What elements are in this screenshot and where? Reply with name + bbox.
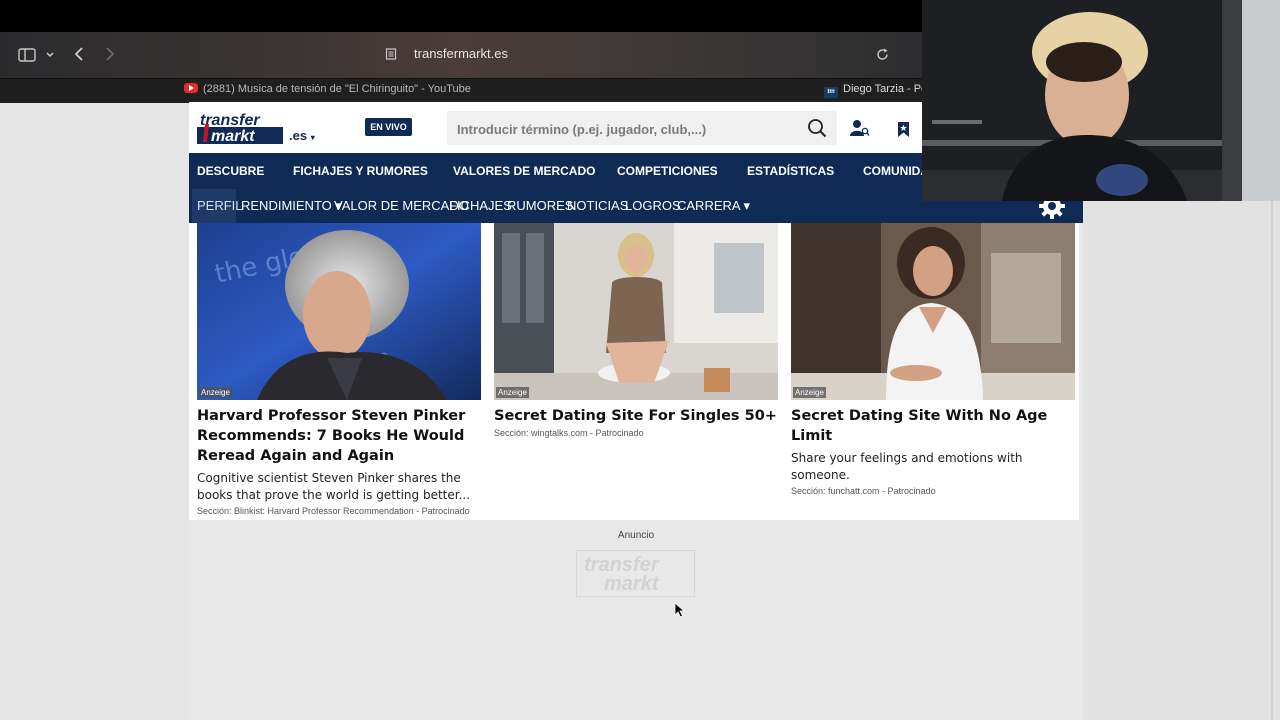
- transfermarkt-favicon-icon: tm: [824, 87, 838, 98]
- reload-icon[interactable]: [876, 48, 889, 64]
- nav-comunidad[interactable]: COMUNIDA: [863, 164, 922, 178]
- subnav-perfil[interactable]: PERFIL: [197, 198, 243, 213]
- domain-suffix: .es: [289, 128, 308, 143]
- ad-source[interactable]: Sección: Blinkist: Harvard Professor Rec…: [197, 506, 481, 516]
- ad-image[interactable]: Anzeige: [791, 223, 1075, 400]
- subnav-noticias[interactable]: NOTICIAS: [567, 198, 628, 213]
- ad-title[interactable]: Harvard Professor Steven Pinker Recommen…: [197, 406, 481, 466]
- ad-card[interactable]: Anzeige Secret Dating Site For Singles 5…: [494, 223, 778, 438]
- live-badge[interactable]: EN VIVO: [365, 118, 412, 136]
- sponsored-ads: the glory sign Anzeige Harvard Professor…: [189, 223, 1079, 520]
- ad-description: Cognitive scientist Steven Pinker shares…: [197, 471, 471, 502]
- tab-bar: (2881) Musica de tensión de "El Chiringu…: [0, 78, 922, 103]
- ad-tag: Anzeige: [496, 387, 529, 398]
- subnav-logros[interactable]: LOGROS: [625, 198, 681, 213]
- ad-card[interactable]: Anzeige Secret Dating Site With No Age L…: [791, 223, 1075, 496]
- ad-placeholder-logo: transfer markt: [576, 550, 695, 597]
- subnav-rendimiento[interactable]: RENDIMIENTO ▾: [241, 198, 342, 214]
- ad-tag: Anzeige: [199, 387, 232, 398]
- nav-valores-de-mercado[interactable]: VALORES DE MERCADO: [453, 164, 595, 178]
- tab-label: Diego Tarzia - Per: [843, 83, 922, 95]
- domain-selector[interactable]: .es ▾: [289, 128, 315, 143]
- ad-title[interactable]: Secret Dating Site For Singles 50+: [494, 406, 778, 426]
- address-bar[interactable]: transfermarkt.es: [0, 46, 922, 61]
- ad-label: Anuncio: [617, 530, 655, 541]
- browser-toolbar: transfermarkt.es: [0, 32, 922, 78]
- window-top-strip: [0, 0, 922, 32]
- transfermarkt-logo[interactable]: transfer markt: [197, 110, 283, 145]
- tab-youtube[interactable]: (2881) Musica de tensión de "El Chiringu…: [184, 83, 471, 95]
- tab-transfermarkt[interactable]: tm Diego Tarzia - Per: [824, 83, 922, 98]
- nav-descubre[interactable]: DESCUBRE: [197, 164, 264, 178]
- nav-estadisticas[interactable]: ESTADÍSTICAS: [747, 164, 834, 178]
- nav-competiciones[interactable]: COMPETICIONES: [617, 164, 718, 178]
- scrollbar-track[interactable]: [1271, 200, 1273, 720]
- search-box: [447, 111, 837, 147]
- subnav-rumores[interactable]: RUMORES: [507, 198, 573, 213]
- ad-source[interactable]: Sección: wingtalks.com - Patrocinado: [494, 428, 778, 438]
- logo-bottom-text: markt: [211, 128, 255, 144]
- ad-image[interactable]: Anzeige: [494, 223, 778, 400]
- search-input[interactable]: [447, 111, 799, 147]
- tab-label: (2881) Musica de tensión de "El Chiringu…: [203, 83, 471, 95]
- search-icon[interactable]: [807, 118, 827, 142]
- user-login-icon[interactable]: [850, 119, 870, 141]
- ad-card[interactable]: the glory sign Anzeige Harvard Professor…: [197, 223, 481, 516]
- ad-image[interactable]: the glory sign Anzeige: [197, 223, 481, 400]
- mouse-cursor-icon: [674, 602, 686, 622]
- ad-description: Share your feelings and emotions with so…: [791, 451, 1023, 482]
- logo-bottom-text: markt: [604, 573, 660, 595]
- ad-source[interactable]: Sección: funchatt.com - Patrocinado: [791, 486, 1075, 496]
- webcam-overlay: [922, 0, 1280, 201]
- right-page-gutter: [1083, 200, 1280, 720]
- bookmark-icon[interactable]: [897, 121, 910, 142]
- main-navigation: DESCUBRE FICHAJES Y RUMORES VALORES DE M…: [189, 153, 922, 189]
- logo-top-text: transfer: [200, 112, 260, 129]
- ad-title[interactable]: Secret Dating Site With No Age Limit: [791, 406, 1075, 446]
- youtube-icon: [184, 83, 198, 93]
- subnav-carrera[interactable]: CARRERA ▾: [677, 198, 750, 214]
- site-header: transfer markt .es ▾ EN VIVO: [189, 102, 922, 153]
- nav-fichajes-y-rumores[interactable]: FICHAJES Y RUMORES: [293, 164, 428, 178]
- subnav-fichajes[interactable]: FICHAJES: [449, 198, 512, 213]
- ad-tag: Anzeige: [793, 387, 826, 398]
